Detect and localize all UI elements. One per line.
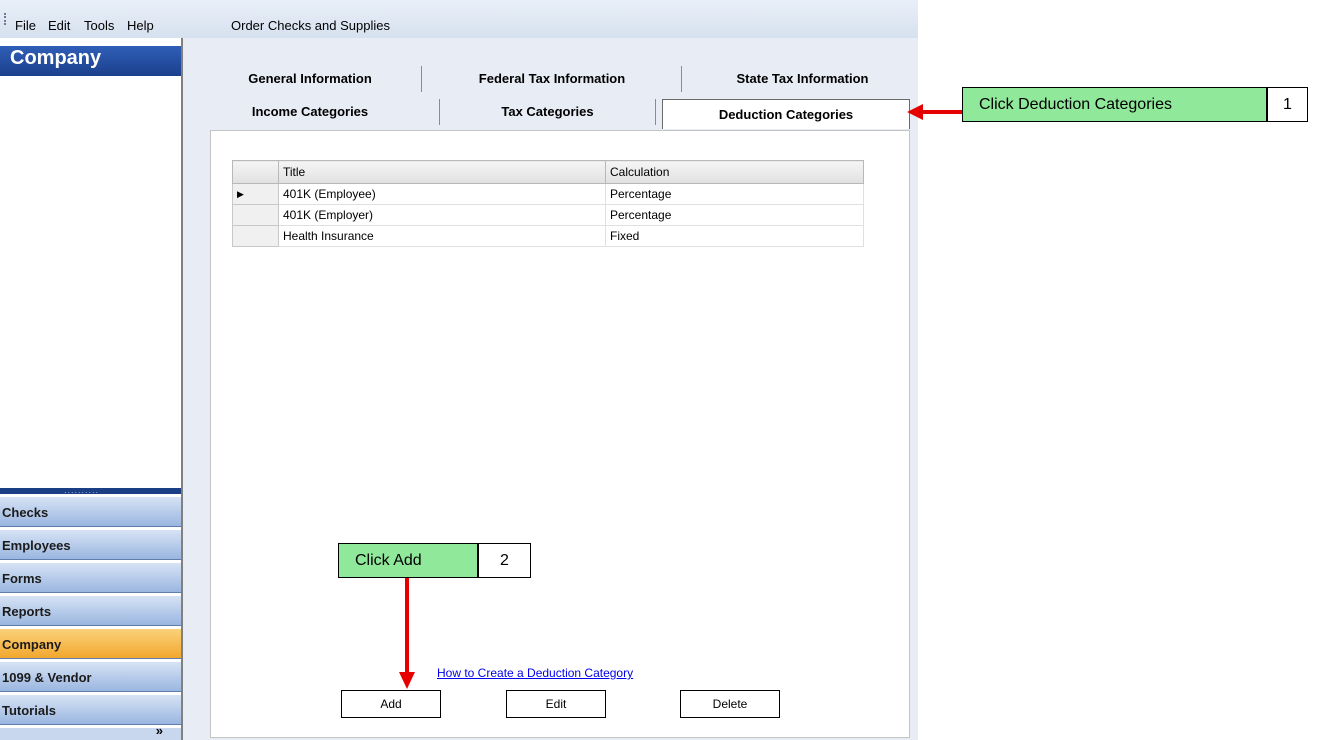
arrow-line (920, 110, 962, 114)
table-row[interactable]: ▶ 401K (Employee) Percentage (232, 183, 864, 205)
nav-configure[interactable]: » (0, 723, 181, 740)
tab-income-categories[interactable]: Income Categories (205, 97, 415, 127)
row-selector[interactable] (232, 204, 279, 226)
tab-general-information[interactable]: General Information (205, 64, 415, 94)
nav-header: Company (0, 46, 181, 76)
cell-title[interactable]: Health Insurance (278, 225, 606, 247)
how-to-create-deduction-link[interactable]: How to Create a Deduction Category (437, 666, 633, 680)
grid-header-row: Title Calculation (232, 160, 864, 184)
row-selector[interactable] (232, 225, 279, 247)
menu-help[interactable]: Help (127, 18, 154, 33)
tab-tax-categories[interactable]: Tax Categories (445, 97, 650, 127)
arrow-left-icon (907, 104, 923, 120)
callout-number-1: 1 (1267, 87, 1308, 122)
menu-order-checks[interactable]: Order Checks and Supplies (231, 18, 390, 33)
nav-company[interactable]: Company (0, 628, 181, 659)
row-selector-header (232, 160, 279, 184)
menu-edit[interactable]: Edit (48, 18, 70, 33)
navigation-pane: Company .......... Checks Employees Form… (0, 38, 183, 740)
table-row[interactable]: Health Insurance Fixed (232, 225, 864, 247)
edit-button[interactable]: Edit (506, 690, 606, 718)
add-button[interactable]: Add (341, 690, 441, 718)
tab-state-tax-information[interactable]: State Tax Information (690, 64, 915, 94)
callout-add: Click Add (338, 543, 478, 578)
row-selector[interactable]: ▶ (232, 183, 279, 205)
nav-employees[interactable]: Employees (0, 529, 181, 560)
current-row-icon: ▶ (237, 188, 244, 199)
delete-button[interactable]: Delete (680, 690, 780, 718)
cell-title[interactable]: 401K (Employee) (278, 183, 606, 205)
deduction-categories-grid: Title Calculation ▶ 401K (Employee) Perc… (232, 160, 864, 247)
arrow-down-icon (399, 672, 415, 689)
nav-reports[interactable]: Reports (0, 595, 181, 626)
menu-bar: File Edit Tools Help Order Checks and Su… (0, 0, 918, 39)
cell-title[interactable]: 401K (Employer) (278, 204, 606, 226)
nav-tutorials[interactable]: Tutorials (0, 694, 181, 725)
callout-number-2: 2 (478, 543, 531, 578)
tabs-row-1: General Information Federal Tax Informat… (205, 64, 915, 94)
column-header-calculation[interactable]: Calculation (605, 160, 864, 184)
tab-federal-tax-information[interactable]: Federal Tax Information (427, 64, 677, 94)
nav-forms[interactable]: Forms (0, 562, 181, 593)
cell-calculation[interactable]: Fixed (605, 225, 864, 247)
column-header-title[interactable]: Title (278, 160, 606, 184)
chevron-right-icon: » (155, 723, 163, 738)
nav-splitter[interactable]: .......... (0, 485, 181, 495)
cell-calculation[interactable]: Percentage (605, 204, 864, 226)
table-row[interactable]: 401K (Employer) Percentage (232, 204, 864, 226)
nav-checks[interactable]: Checks (0, 496, 181, 527)
nav-1099-vendor[interactable]: 1099 & Vendor (0, 661, 181, 692)
arrow-line (405, 578, 409, 674)
menu-file[interactable]: File (15, 18, 36, 33)
tabs-row-2: Income Categories Tax Categories Deducti… (205, 97, 915, 129)
toolbar-grip (4, 13, 8, 25)
cell-calculation[interactable]: Percentage (605, 183, 864, 205)
callout-deduction-categories: Click Deduction Categories (962, 87, 1267, 122)
tab-deduction-categories[interactable]: Deduction Categories (662, 99, 910, 129)
menu-tools[interactable]: Tools (84, 18, 114, 33)
